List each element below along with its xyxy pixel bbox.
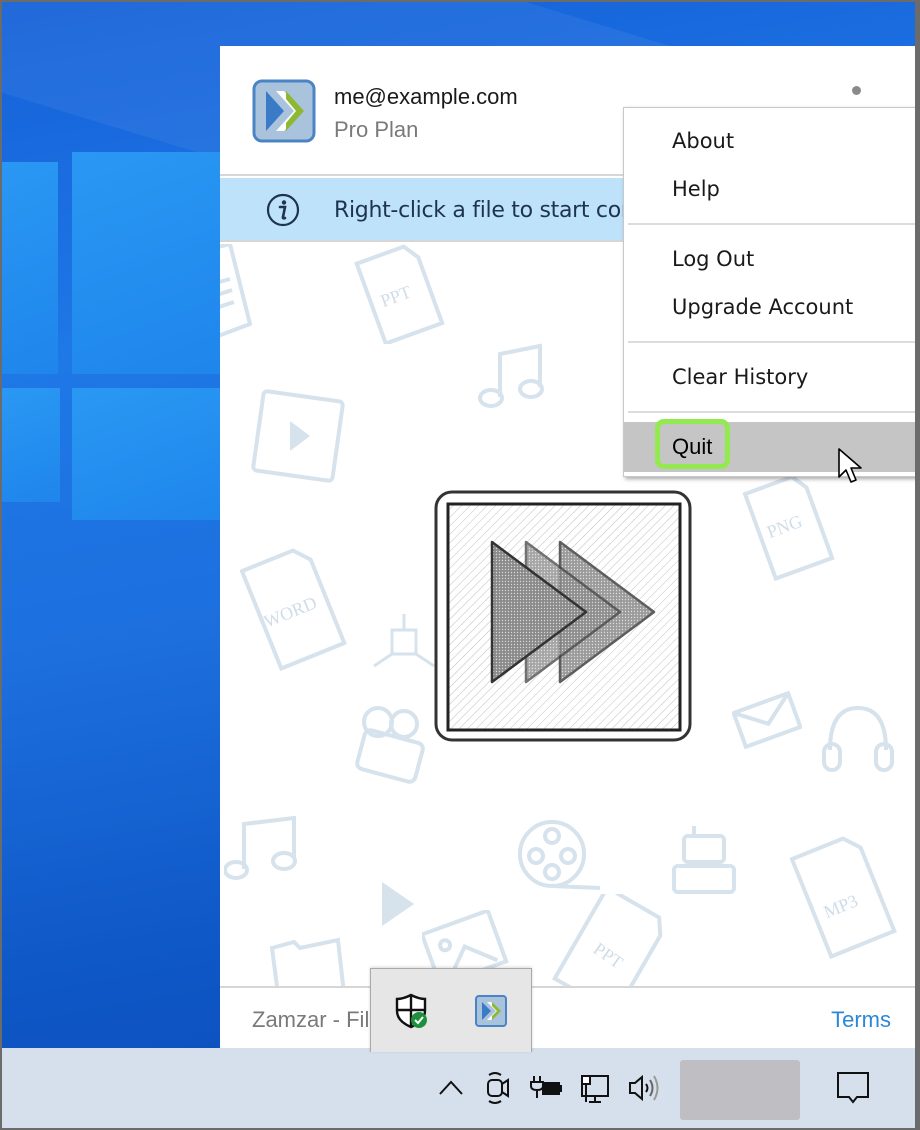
zamzar-logo-icon [252,79,316,143]
menu-item-label: Clear History [672,365,809,389]
png-file-doodle-icon: PNG [742,474,835,582]
zamzar-sketch-logo-icon [434,490,692,742]
menu-item-about[interactable]: About [624,120,917,164]
windows-security-icon[interactable] [395,993,429,1029]
tray-overflow-popup [370,968,532,1052]
volume-icon[interactable] [626,1070,662,1106]
music-note-doodle-icon [478,343,544,408]
word-file-doodle-icon: WORD [240,548,347,672]
mouse-pointer-icon [838,448,862,483]
film-reel-doodle-icon [518,820,601,890]
zamzar-tray-icon[interactable] [475,995,507,1027]
show-hidden-icons-chevron-icon[interactable] [436,1070,466,1106]
music-note-doodle-icon [224,815,297,880]
cube-doodle-icon [373,614,435,668]
menu-separator [628,341,917,343]
ppt-file-doodle-icon: PPT [354,244,445,344]
play-doodle-icon [382,882,414,926]
menu-item-quit[interactable]: Quit [624,419,917,472]
kebab-dot-icon [851,86,861,95]
power-battery-icon[interactable] [528,1070,564,1106]
menu-item-label: About [672,129,735,153]
video-file-doodle-icon [251,389,345,483]
camera-in-use-icon[interactable] [484,1070,514,1106]
clock-area[interactable] [680,1060,800,1120]
menu-item-label: Help [672,177,720,201]
menu-item-clear-history[interactable]: Clear History [624,356,917,400]
envelope-doodle-icon [732,690,802,750]
doodle-label: PPT [590,938,627,972]
robot-doodle-icon [672,826,736,894]
headphones-doodle-icon [822,705,894,772]
user-email: me@example.com [334,84,518,109]
doodle-label: WORD [261,592,319,631]
plan-label: Pro Plan [334,117,419,142]
menu-item-label: Upgrade Account [672,295,854,319]
menu-item-label: Log Out [672,247,755,271]
menu-item-help[interactable]: Help [624,168,917,212]
mp3-file-doodle-icon: MP3 [790,836,897,960]
menu-separator [628,223,917,225]
menu-item-log-out[interactable]: Log Out [624,238,917,282]
document-doodle-icon [220,244,253,338]
menu-separator [628,411,917,413]
doodle-label: MP3 [821,890,861,922]
doodle-label: PNG [764,511,805,542]
folder-doodle-icon [269,937,346,986]
screen-edge [915,0,920,1130]
menu-item-label: Quit [672,434,713,459]
doodle-label: PPT [378,282,414,311]
app-footer: Zamzar - File Converter Terms [220,986,917,1048]
menu-item-upgrade-account[interactable]: Upgrade Account [624,286,917,330]
taskbar [2,1048,917,1128]
context-menu: About Help Log Out Upgrade Account Clear… [623,107,917,477]
terms-link[interactable]: Terms [831,1007,891,1033]
action-center-icon[interactable] [835,1070,871,1106]
network-icon[interactable] [578,1070,612,1106]
screen: me@example.com Pro Plan Right-click a fi… [2,2,917,1128]
ppt-file-doodle-icon: PPT [551,894,663,986]
info-icon [266,193,300,227]
